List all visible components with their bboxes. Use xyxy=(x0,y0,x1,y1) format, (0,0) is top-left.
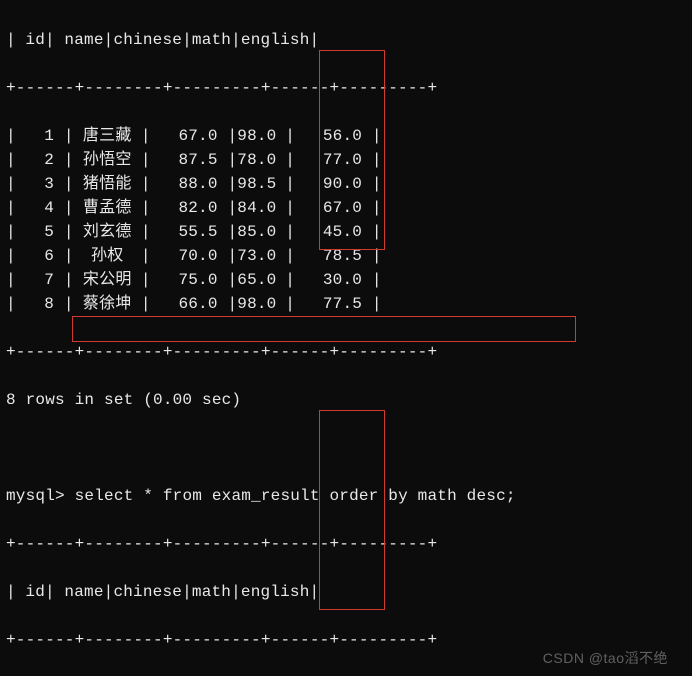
cell-id: 7 xyxy=(16,268,64,292)
table-row: |4 |曹孟德|82.0 |84.0 |67.0 | xyxy=(6,196,692,220)
cell-chinese: 75.0 xyxy=(151,268,228,292)
cell-math: 98.5 xyxy=(237,172,285,196)
cell-math: 73.0 xyxy=(237,244,285,268)
cell-math: 85.0 xyxy=(237,220,285,244)
cell-id: 2 xyxy=(16,148,64,172)
col-header-name: name xyxy=(55,583,104,601)
highlight-query xyxy=(72,316,576,342)
cell-id: 3 xyxy=(16,172,64,196)
cell-english: 67.0 xyxy=(295,196,372,220)
cell-math: 98.0 xyxy=(237,124,285,148)
table-border: +------+--------+---------+------+------… xyxy=(6,76,692,100)
sql-prompt-line[interactable]: mysql> select * from exam_result order b… xyxy=(6,484,692,508)
col-header-id: id xyxy=(16,583,45,601)
cell-id: 8 xyxy=(16,292,64,316)
table-row: |3 |猪悟能|88.0 |98.5 |90.0 | xyxy=(6,172,692,196)
cell-chinese: 88.0 xyxy=(151,172,228,196)
cell-name: 曹孟德 xyxy=(74,196,141,220)
cell-math: 98.0 xyxy=(237,292,285,316)
cell-chinese: 55.5 xyxy=(151,220,228,244)
col-header-chinese: chinese xyxy=(113,583,182,601)
cell-id: 4 xyxy=(16,196,64,220)
cell-name: 蔡徐坤 xyxy=(74,292,141,316)
cell-math: 84.0 xyxy=(237,196,285,220)
cell-math: 78.0 xyxy=(237,148,285,172)
table-header-row: |id|name|chinese|math|english| xyxy=(6,580,692,604)
result-summary: 8 rows in set (0.00 sec) xyxy=(6,388,692,412)
blank-line xyxy=(6,436,692,460)
cell-math: 65.0 xyxy=(237,268,285,292)
cell-english: 77.5 xyxy=(295,292,372,316)
cell-english: 90.0 xyxy=(295,172,372,196)
cell-name: 刘玄德 xyxy=(74,220,141,244)
col-header-id: id xyxy=(16,31,45,49)
table-row: |7 |宋公明|75.0 |65.0 |30.0 | xyxy=(6,268,692,292)
table-row: |6 |孙权|70.0 |73.0 |78.5 | xyxy=(6,244,692,268)
table-header-row: |id|name|chinese|math|english| xyxy=(6,28,692,52)
cell-name: 孙悟空 xyxy=(74,148,141,172)
table-border: +------+--------+---------+------+------… xyxy=(6,628,692,652)
cell-chinese: 67.0 xyxy=(151,124,228,148)
col-header-chinese: chinese xyxy=(113,31,182,49)
cell-english: 78.5 xyxy=(295,244,372,268)
cell-english: 56.0 xyxy=(295,124,372,148)
cell-english: 30.0 xyxy=(295,268,372,292)
cell-id: 6 xyxy=(16,244,64,268)
col-header-name: name xyxy=(55,31,104,49)
cell-english: 77.0 xyxy=(295,148,372,172)
col-header-math: math xyxy=(192,31,231,49)
col-header-english: english xyxy=(241,583,310,601)
cell-english: 45.0 xyxy=(295,220,372,244)
cell-name: 唐三藏 xyxy=(74,124,141,148)
col-header-math: math xyxy=(192,583,231,601)
cell-chinese: 87.5 xyxy=(151,148,228,172)
table-row: |5 |刘玄德|55.5 |85.0 |45.0 | xyxy=(6,220,692,244)
cell-name: 猪悟能 xyxy=(74,172,141,196)
sql-query: select * from exam_result order by math … xyxy=(75,487,516,505)
cell-id: 5 xyxy=(16,220,64,244)
table-border: +------+--------+---------+------+------… xyxy=(6,340,692,364)
table-row: |2 |孙悟空|87.5 |78.0 |77.0 | xyxy=(6,148,692,172)
col-header-english: english xyxy=(241,31,310,49)
cell-name: 孙权 xyxy=(74,244,141,268)
cell-chinese: 66.0 xyxy=(151,292,228,316)
table-border: +------+--------+---------+------+------… xyxy=(6,532,692,556)
cell-name: 宋公明 xyxy=(74,268,141,292)
table-row: |1 |唐三藏|67.0 |98.0 |56.0 | xyxy=(6,124,692,148)
cell-chinese: 82.0 xyxy=(151,196,228,220)
table-row: |8 |蔡徐坤|66.0 |98.0 |77.5 | xyxy=(6,292,692,316)
terminal-output: |id|name|chinese|math|english| +------+-… xyxy=(0,0,692,676)
mysql-prompt: mysql> xyxy=(6,487,65,505)
cell-id: 1 xyxy=(16,124,64,148)
cell-chinese: 70.0 xyxy=(151,244,228,268)
